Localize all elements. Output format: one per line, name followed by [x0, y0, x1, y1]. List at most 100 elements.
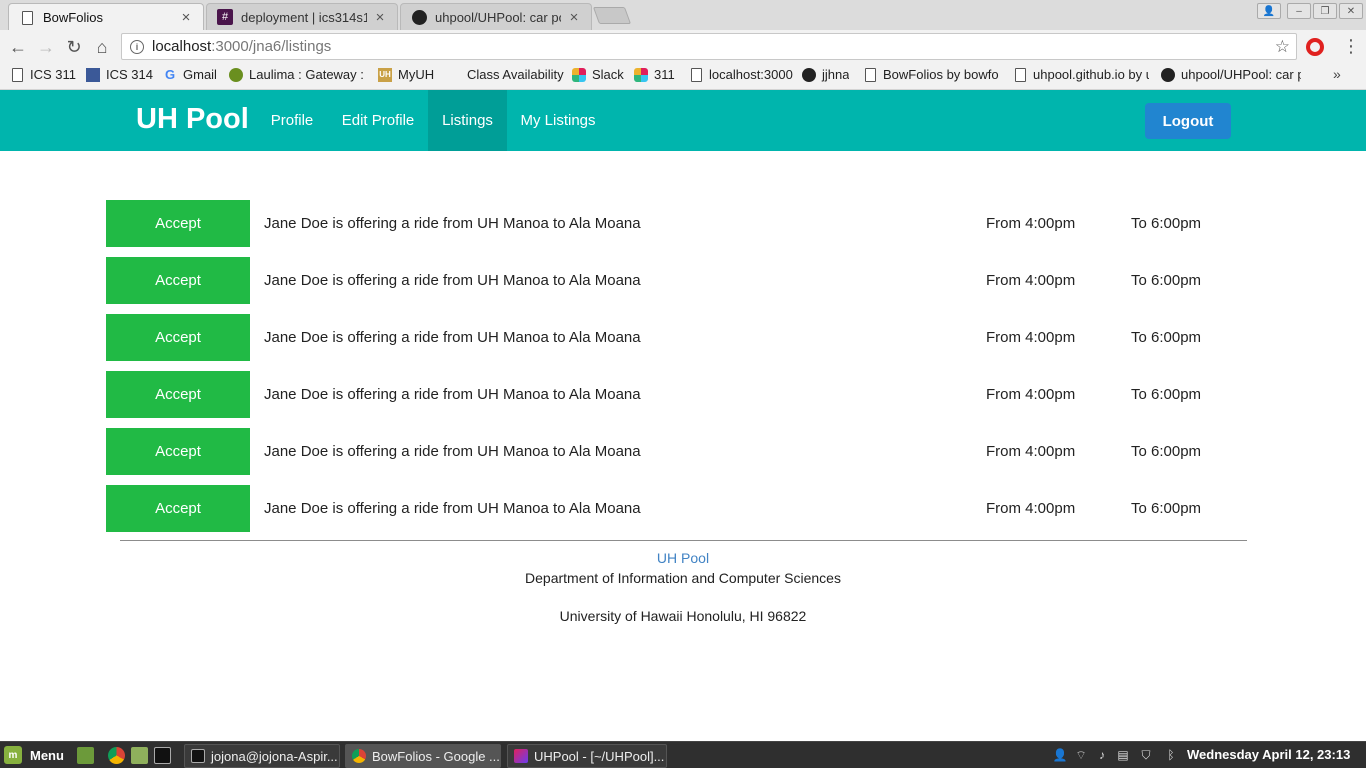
close-window-button[interactable]: ✕: [1339, 3, 1363, 19]
chrome-icon: [352, 749, 366, 763]
github-icon: [802, 67, 816, 82]
github-icon: [1161, 67, 1175, 82]
home-icon[interactable]: ⌂: [90, 35, 114, 59]
terminal-launcher-icon[interactable]: [154, 747, 171, 764]
close-icon[interactable]: ×: [179, 9, 193, 26]
bookmark-label: ICS 311: [30, 67, 77, 82]
profile-icon[interactable]: 👤: [1257, 3, 1281, 19]
info-icon[interactable]: i: [130, 39, 144, 54]
nav-edit-profile[interactable]: Edit Profile: [330, 90, 426, 151]
bookmark-uhpool-github-io[interactable]: uhpool.github.io by u: [1013, 67, 1149, 82]
bookmark-label: jjhna: [822, 67, 850, 82]
listing-description: Jane Doe is offering a ride from UH Mano…: [264, 500, 641, 517]
shield-icon[interactable]: ⛉: [1139, 747, 1153, 763]
listing-to-time: To 6:00pm: [1131, 500, 1202, 517]
github-icon: [411, 9, 427, 25]
forward-arrow-icon[interactable]: →: [34, 35, 58, 59]
volume-icon[interactable]: ♪: [1095, 747, 1109, 763]
listing-from-time: From 4:00pm: [986, 386, 1076, 403]
tab-title: BowFolios: [43, 10, 103, 25]
bookmark-bowfolios[interactable]: BowFolios by bowfoli: [863, 67, 999, 82]
listing-description: Jane Doe is offering a ride from UH Mano…: [264, 443, 641, 460]
page-icon: [10, 67, 24, 82]
address-bar[interactable]: i localhost:3000/jna6/listings ☆: [121, 33, 1297, 60]
tab-uhpool-github[interactable]: uhpool/UHPool: car poo ×: [400, 3, 592, 30]
back-arrow-icon[interactable]: ←: [6, 35, 30, 59]
footer-department: Department of Information and Computer S…: [525, 570, 841, 586]
new-tab-button[interactable]: [592, 7, 632, 24]
accept-button[interactable]: Accept: [106, 485, 250, 532]
close-icon[interactable]: ×: [373, 9, 387, 26]
bookmark-uhpool-repo[interactable]: uhpool/UHPool: car p: [1161, 67, 1301, 82]
bookmarks-overflow-button[interactable]: »: [1333, 66, 1341, 82]
files-launcher-icon[interactable]: [131, 747, 148, 764]
task-ide[interactable]: UHPool - [~/UHPool]...: [507, 744, 667, 768]
bookmark-localhost[interactable]: localhost:3000: [689, 67, 793, 82]
listing-row: Accept Jane Doe is offering a ride from …: [106, 485, 1246, 532]
bookmark-ics314[interactable]: ICS 314: [86, 67, 153, 82]
listing-to-time: To 6:00pm: [1131, 386, 1202, 403]
accept-button[interactable]: Accept: [106, 200, 250, 247]
footer-address: University of Hawaii Honolulu, HI 96822: [559, 608, 807, 624]
tab-bowfolios[interactable]: BowFolios ×: [8, 3, 204, 31]
listing-from-time: From 4:00pm: [986, 443, 1076, 460]
close-icon[interactable]: ×: [567, 9, 581, 26]
bookmark-label: uhpool.github.io by u: [1033, 67, 1149, 82]
clock[interactable]: Wednesday April 12, 23:13: [1187, 747, 1350, 762]
tab-deployment[interactable]: # deployment | ics314s1 ×: [206, 3, 398, 30]
start-menu-button[interactable]: m Menu: [4, 746, 64, 764]
nav-listings[interactable]: Listings: [428, 90, 507, 151]
desktop-taskbar: m Menu jojona@jojona-Aspir... BowFolios …: [0, 741, 1366, 768]
accept-button[interactable]: Accept: [106, 257, 250, 304]
bookmark-label: 311: [654, 67, 675, 82]
minimize-button[interactable]: –: [1287, 3, 1311, 19]
maximize-button[interactable]: ❐: [1313, 3, 1337, 19]
page-icon: [1013, 67, 1027, 82]
listing-from-time: From 4:00pm: [986, 329, 1076, 346]
task-terminal[interactable]: jojona@jojona-Aspir...: [184, 744, 340, 768]
nav-profile[interactable]: Profile: [257, 90, 327, 151]
menu-label: Menu: [30, 747, 64, 763]
bookmark-myuh[interactable]: UH MyUH: [378, 67, 434, 82]
listings-list: Accept Jane Doe is offering a ride from …: [106, 200, 1246, 542]
user-icon[interactable]: 👤: [1053, 747, 1068, 763]
accept-button[interactable]: Accept: [106, 314, 250, 361]
bookmark-slack[interactable]: Slack: [572, 67, 624, 82]
task-label: BowFolios - Google ...: [372, 748, 500, 764]
logout-button[interactable]: Logout: [1145, 103, 1231, 139]
bookmark-jjhna[interactable]: jjhna: [802, 67, 849, 82]
bookmark-label: MyUH: [398, 67, 435, 82]
bookmark-label: uhpool/UHPool: car p: [1181, 67, 1301, 82]
bookmark-class-availability[interactable]: Class Availability: [467, 67, 564, 82]
google-icon: G: [164, 67, 176, 82]
clipboard-icon[interactable]: ▤: [1116, 747, 1130, 763]
nav-my-listings[interactable]: My Listings: [510, 90, 606, 151]
accept-button[interactable]: Accept: [106, 371, 250, 418]
chrome-launcher-icon[interactable]: [108, 747, 125, 764]
bookmark-label: Gmail: [183, 67, 217, 82]
accept-button[interactable]: Accept: [106, 428, 250, 475]
listing-row: Accept Jane Doe is offering a ride from …: [106, 428, 1246, 475]
bluetooth-icon[interactable]: ᛒ: [1164, 747, 1178, 763]
show-desktop-icon[interactable]: [77, 747, 94, 764]
bookmark-gmail[interactable]: G Gmail: [163, 67, 217, 82]
bookmark-ics311[interactable]: ICS 311: [10, 67, 76, 82]
bookmark-star-icon[interactable]: ☆: [1275, 37, 1290, 57]
footer-brand-link[interactable]: UH Pool: [0, 550, 1366, 566]
opera-extension-icon[interactable]: [1306, 38, 1324, 56]
bookmark-311[interactable]: 311: [634, 67, 675, 82]
listing-description: Jane Doe is offering a ride from UH Mano…: [264, 329, 641, 346]
browser-menu-icon[interactable]: ⋮: [1342, 36, 1360, 57]
reload-icon[interactable]: ↻: [62, 35, 86, 59]
brand-logo[interactable]: UH Pool: [136, 103, 249, 136]
listing-description: Jane Doe is offering a ride from UH Mano…: [264, 272, 641, 289]
bookmark-label: BowFolios by bowfoli: [883, 67, 999, 82]
task-chrome[interactable]: BowFolios - Google ...: [345, 744, 501, 768]
terminal-icon: [191, 749, 205, 763]
listing-row: Accept Jane Doe is offering a ride from …: [106, 371, 1246, 418]
bookmark-laulima[interactable]: Laulima : Gateway : V: [229, 67, 366, 82]
listing-row: Accept Jane Doe is offering a ride from …: [106, 314, 1246, 361]
slack-icon: [634, 67, 648, 82]
wifi-icon[interactable]: ⌔: [1074, 747, 1088, 763]
tab-title: deployment | ics314s1: [241, 9, 367, 25]
